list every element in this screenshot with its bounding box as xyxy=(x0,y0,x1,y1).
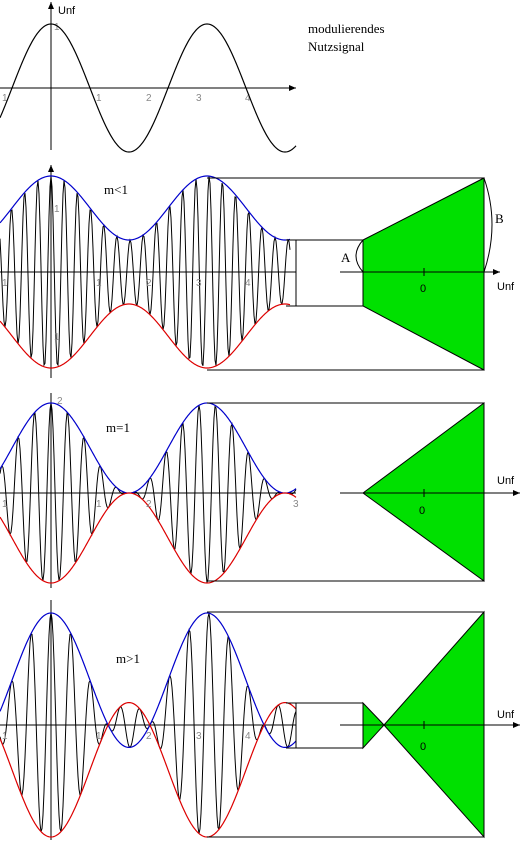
p1-marker-a: A xyxy=(341,250,351,265)
top-x-tick-2: 2 xyxy=(146,93,152,104)
top-x-axis-arrow xyxy=(289,85,296,91)
p1-arc-b xyxy=(483,177,493,273)
top-x-tick-1: 1 xyxy=(96,93,102,104)
p1-trap-axis-arrow xyxy=(493,269,500,275)
p2-y-tick-top: 2 xyxy=(57,396,63,407)
p3-x-tick-3: 3 xyxy=(196,731,202,742)
p3-x-tick-1: 1 xyxy=(96,731,102,742)
p2-trap-axis-arrow xyxy=(513,490,520,496)
panel-m-gt-1: m>1 1 1 2 3 4 0 Unf xyxy=(0,600,520,840)
top-y-axis-label: Unf xyxy=(58,5,76,17)
p3-trap-zero: 0 xyxy=(420,741,426,753)
panel-m-lt-1: m<1 1 1 1 1 2 3 4 0 Unf A B xyxy=(0,165,515,378)
p3-modulated-carrier xyxy=(0,612,297,834)
p2-trap-zero: 0 xyxy=(419,505,425,517)
p1-trap-axis-label: Unf xyxy=(497,281,515,293)
p1-x-tick-2: 2 xyxy=(146,278,152,289)
p3-label: m>1 xyxy=(116,651,140,666)
p2-x-tick-2: 2 xyxy=(146,499,152,510)
p2-trap-axis-label: Unf xyxy=(497,475,515,487)
p1-marker-b: B xyxy=(495,211,504,226)
p1-y-axis-arrow xyxy=(48,165,54,172)
p1-arc-a xyxy=(355,239,364,273)
panel-m-eq-1: m=1 2 1 1 2 3 0 Unf xyxy=(0,393,520,588)
modulating-signal-panel: Unf 1 1 1 2 3 4 modulierendes Nutzsignal xyxy=(0,2,385,153)
top-y-axis-arrow xyxy=(48,2,54,9)
p2-x-tick-neg: 1 xyxy=(2,499,8,510)
p1-x-tick-3: 3 xyxy=(196,278,202,289)
p1-x-tick-neg: 1 xyxy=(2,278,8,289)
p1-trap-zero: 0 xyxy=(420,283,426,295)
p3-x-tick-2: 2 xyxy=(146,731,152,742)
p1-modulated-carrier xyxy=(0,175,291,367)
p1-x-tick-1: 1 xyxy=(96,278,102,289)
p3-trap-axis-arrow xyxy=(513,722,520,728)
p3-trap-axis-label: Unf xyxy=(497,709,515,721)
p2-x-tick-3: 3 xyxy=(293,499,299,510)
p1-y-tick-top: 1 xyxy=(54,204,60,215)
am-modulation-diagram: Unf 1 1 1 2 3 4 modulierendes Nutzsignal… xyxy=(0,2,520,840)
caption-line1: modulierendes xyxy=(308,21,385,36)
p3-upper-envelope xyxy=(0,612,297,749)
p1-x-tick-4: 4 xyxy=(245,278,251,289)
top-x-tick-neg: 1 xyxy=(2,93,8,104)
top-x-tick-3: 3 xyxy=(196,93,202,104)
p2-label: m=1 xyxy=(106,420,130,435)
p1-y-tick-bottom: 1 xyxy=(54,332,60,343)
p1-label: m<1 xyxy=(104,182,128,197)
p3-x-tick-4: 4 xyxy=(245,731,251,742)
p2-x-tick-1: 1 xyxy=(96,499,102,510)
p3-x-tick-neg: 1 xyxy=(2,731,8,742)
caption-line2: Nutzsignal xyxy=(308,39,365,54)
